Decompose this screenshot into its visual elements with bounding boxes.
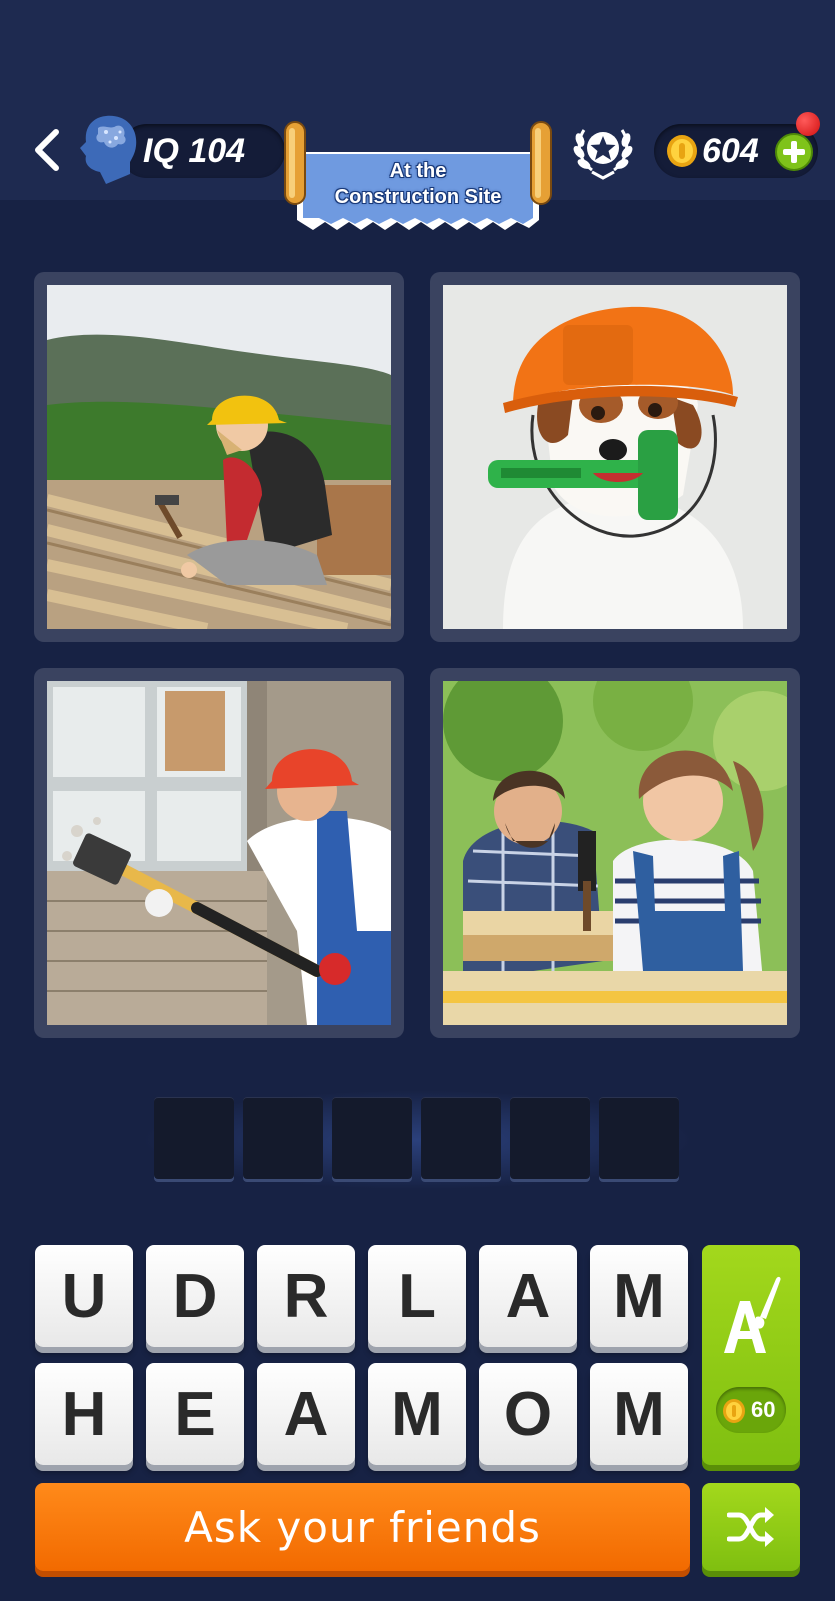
hint-cost: 60 — [751, 1397, 776, 1422]
letter-tile[interactable]: D — [146, 1245, 244, 1347]
back-button[interactable] — [22, 120, 72, 180]
letter-tile[interactable]: R — [257, 1245, 355, 1347]
letter-tile[interactable]: M — [368, 1363, 466, 1465]
letter-tile[interactable]: O — [479, 1363, 577, 1465]
letter-tile[interactable]: A — [479, 1245, 577, 1347]
chevron-left-icon — [35, 129, 59, 171]
photo-dog-with-hammer — [443, 285, 787, 629]
iq-score: IQ 104 — [143, 132, 246, 170]
coin-balance: 604 — [702, 132, 759, 170]
shuffle-icon — [727, 1507, 774, 1547]
answer-slot[interactable] — [421, 1097, 501, 1179]
answer-slot[interactable] — [243, 1097, 323, 1179]
photo-worker-on-roof — [47, 285, 391, 629]
letter-tile[interactable]: H — [35, 1363, 133, 1465]
photo-frame-2 — [430, 272, 800, 642]
coin-icon — [667, 135, 697, 167]
letter-tile[interactable]: M — [590, 1363, 688, 1465]
answer-slot[interactable] — [154, 1097, 234, 1179]
photo-frame-4 — [430, 668, 800, 1038]
shuffle-button[interactable] — [702, 1483, 800, 1571]
level-title-line1: At the — [389, 160, 447, 182]
ask-friends-button[interactable]: Ask your friends — [35, 1483, 690, 1571]
letter-tile[interactable]: A — [257, 1363, 355, 1465]
letter-tile[interactable]: M — [590, 1245, 688, 1347]
answer-slot[interactable] — [332, 1097, 412, 1179]
letter-tile[interactable]: U — [35, 1245, 133, 1347]
add-coins-plus-icon[interactable] — [775, 133, 813, 171]
photo-frame-3 — [34, 668, 404, 1038]
coin-icon — [723, 1399, 745, 1423]
answer-slot[interactable] — [599, 1097, 679, 1179]
notification-dot — [796, 112, 820, 136]
letter-brush-icon — [724, 1276, 781, 1353]
letter-tile[interactable]: L — [368, 1245, 466, 1347]
answer-slot[interactable] — [510, 1097, 590, 1179]
photo-demolition-worker — [47, 681, 391, 1025]
level-title: At the Construction Site — [313, 158, 523, 210]
brain-head-icon — [80, 115, 137, 184]
photo-frame-1 — [34, 272, 404, 642]
photo-father-daughter — [443, 681, 787, 1025]
achievements-laurel-icon[interactable] — [570, 120, 636, 182]
level-title-line2: Construction Site — [334, 186, 502, 208]
letter-tile[interactable]: E — [146, 1363, 244, 1465]
